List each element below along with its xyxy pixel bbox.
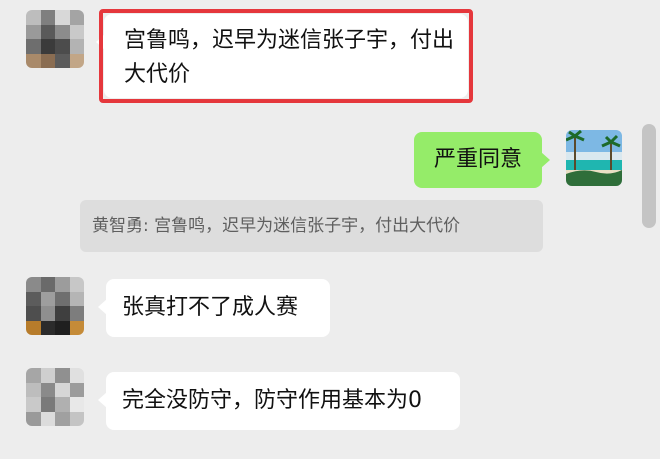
- message-bubble[interactable]: 张真打不了成人赛: [98, 279, 330, 337]
- quoted-message[interactable]: 黄智勇: 宫鲁鸣，迟早为迷信张子宇，付出大代价: [80, 200, 543, 252]
- message-bubble[interactable]: 完全没防守，防守作用基本为0: [98, 372, 460, 430]
- message-text: 张真打不了成人赛: [122, 295, 299, 320]
- avatar[interactable]: [26, 368, 84, 426]
- message-text: 严重同意: [433, 147, 522, 172]
- message-text: 完全没防守，防守作用基本为0: [122, 388, 422, 413]
- chat-window: 宫鲁鸣，迟早为迷信张子宇，付出大代价 严重同意 黄智勇: 宫鲁鸣，迟早为迷信张子…: [0, 0, 660, 459]
- message-bubble-own[interactable]: 严重同意: [414, 132, 550, 188]
- pixelated-avatar-image: [26, 10, 84, 68]
- pixelated-avatar-image: [26, 368, 84, 426]
- scrollbar-thumb[interactable]: [642, 124, 656, 228]
- quote-text: 黄智勇: 宫鲁鸣，迟早为迷信张子宇，付出大代价: [92, 216, 461, 236]
- beach-avatar-image: [566, 130, 622, 186]
- message-text: 宫鲁鸣，迟早为迷信张子宇，付出大代价: [124, 28, 455, 87]
- message-bubble[interactable]: 宫鲁鸣，迟早为迷信张子宇，付出大代价: [96, 14, 468, 98]
- avatar[interactable]: [26, 277, 84, 335]
- pixelated-avatar-image: [26, 277, 84, 335]
- avatar[interactable]: [26, 10, 84, 68]
- avatar-own[interactable]: [566, 130, 622, 186]
